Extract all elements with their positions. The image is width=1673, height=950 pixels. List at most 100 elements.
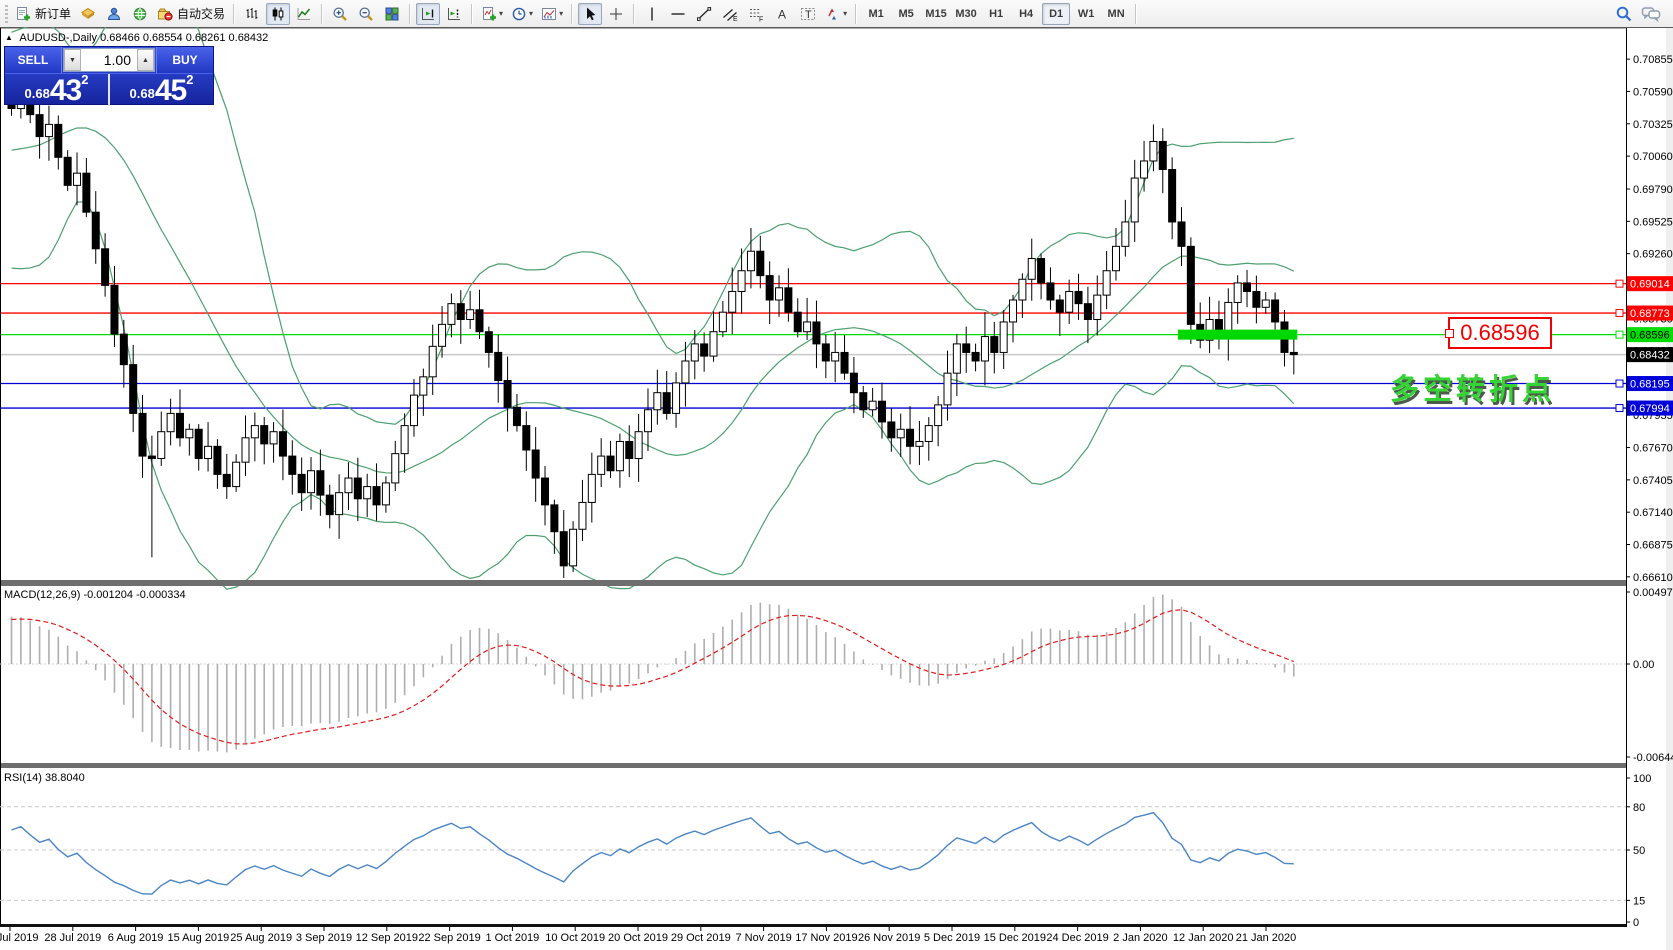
candle-bear [223, 474, 230, 486]
candlestick-chart-button[interactable] [266, 3, 290, 25]
support-zone-bar[interactable] [1178, 330, 1297, 340]
timeframe-button-D1[interactable]: D1 [1042, 3, 1070, 25]
timeframe-button-M30[interactable]: M30 [952, 3, 980, 25]
hline-handle[interactable] [1616, 310, 1623, 317]
candle-bear [64, 157, 71, 185]
metaeditor-button[interactable] [76, 3, 100, 25]
candle-bear [354, 478, 361, 499]
timeframe-button-M1[interactable]: M1 [862, 3, 890, 25]
candle-bull [654, 393, 661, 410]
sell-price[interactable]: 0.68 43 2 [5, 74, 110, 106]
hline-handle[interactable] [1616, 280, 1623, 287]
candle-bear [1047, 283, 1054, 300]
periods-button[interactable]: ▾ [508, 3, 536, 25]
horizontal-line-button[interactable] [666, 3, 690, 25]
toolbar-drag-handle[interactable] [5, 5, 8, 23]
toolbar-separator [571, 4, 573, 24]
callout-anchor-handle[interactable] [1445, 329, 1454, 338]
chart-shift-button[interactable] [442, 3, 466, 25]
dropdown-caret[interactable]: ▾ [499, 9, 503, 18]
hline-handle[interactable] [1616, 380, 1623, 387]
buy-button[interactable]: BUY [156, 47, 213, 73]
vertical-line-button[interactable] [640, 3, 664, 25]
fibonacci-button[interactable]: F [744, 3, 768, 25]
autotrading-button[interactable]: 自动交易 [154, 3, 228, 25]
hline-handle[interactable] [1616, 405, 1623, 412]
candle-bear [476, 310, 483, 332]
one-click-collapse-marker[interactable]: ▲ [5, 33, 13, 42]
templates-button[interactable]: ▾ [538, 3, 566, 25]
date-tick-label: 2 Jan 2020 [1113, 932, 1167, 944]
text-button[interactable]: A [770, 3, 794, 25]
rsi-tick-label: 15 [1633, 895, 1645, 907]
volume-input[interactable]: 1.00 [81, 49, 137, 71]
level-price-label-text: 0.69014 [1630, 279, 1670, 291]
price-tick-label: 0.67670 [1633, 443, 1673, 455]
rsi-tick-label: 100 [1633, 773, 1651, 785]
chart-canvas[interactable]: 0.708550.705900.703250.700600.697900.695… [0, 0, 1673, 950]
turning-point-annotation[interactable]: 多空转折点 [1390, 366, 1555, 408]
auto-scroll-button[interactable] [416, 3, 440, 25]
timeframe-button-H4[interactable]: H4 [1012, 3, 1040, 25]
timeframe-button-H1[interactable]: H1 [982, 3, 1010, 25]
price-tick-label: 0.67140 [1633, 507, 1673, 519]
dropdown-caret[interactable]: ▾ [843, 9, 847, 18]
arrows-button[interactable]: ▾ [822, 3, 850, 25]
candle-bull [429, 346, 436, 376]
timeframe-button-M15[interactable]: M15 [922, 3, 950, 25]
chat-button[interactable] [1638, 3, 1664, 25]
macd-tick-label: 0.00 [1633, 659, 1654, 671]
candle-bull [439, 324, 446, 346]
date-tick-label: 6 Aug 2019 [108, 932, 164, 944]
candle-bear [148, 456, 155, 458]
zoom-out-button[interactable] [354, 3, 378, 25]
toolbar-separator [321, 4, 323, 24]
tile-windows-button[interactable] [380, 3, 404, 25]
price-level-callout-text: 0.68596 [1460, 320, 1540, 346]
timeframe-button-M5[interactable]: M5 [892, 3, 920, 25]
chart-title: ▲ AUDUSD-,Daily 0.68466 0.68554 0.68261 … [5, 32, 268, 44]
sell-button[interactable]: SELL [5, 47, 62, 73]
search-button[interactable] [1612, 3, 1636, 25]
candle-bull [916, 441, 923, 446]
cursor-button[interactable] [578, 3, 602, 25]
indicators-button[interactable]: ▾ [478, 3, 506, 25]
bar-chart-button[interactable] [240, 3, 264, 25]
candle-bear [55, 124, 62, 157]
text-label-button[interactable]: T [796, 3, 820, 25]
trendline-button[interactable] [692, 3, 716, 25]
channel-button[interactable]: E [718, 3, 742, 25]
crosshair-button[interactable] [604, 3, 628, 25]
timeframe-button-W1[interactable]: W1 [1072, 3, 1100, 25]
candle-bull [336, 493, 343, 515]
cursor-icon [582, 6, 598, 22]
volume-increase-button[interactable]: ▲ [137, 49, 154, 71]
dropdown-caret[interactable]: ▾ [529, 9, 533, 18]
zoom-in-button[interactable] [328, 3, 352, 25]
timeframe-button-MN[interactable]: MN [1102, 3, 1130, 25]
candle-bear [1159, 141, 1166, 169]
candle-bear [607, 456, 614, 471]
dropdown-caret[interactable]: ▾ [559, 9, 563, 18]
candle-bear [757, 251, 764, 275]
candle-bull [167, 413, 174, 431]
toolbar-separator [633, 4, 635, 24]
buy-price[interactable]: 0.68 45 2 [110, 74, 213, 106]
candle-bull [1262, 300, 1269, 307]
hline-handle[interactable] [1616, 331, 1623, 338]
community-button[interactable] [102, 3, 126, 25]
rsi-tick-label: 50 [1633, 845, 1645, 857]
panel-separator[interactable] [0, 763, 1673, 768]
panel-separator[interactable] [0, 580, 1673, 586]
date-tick-label: 25 Aug 2019 [230, 932, 292, 944]
broadcast-button[interactable] [128, 3, 152, 25]
line-chart-button[interactable] [292, 3, 316, 25]
volume-decrease-button[interactable]: ▼ [64, 49, 81, 71]
price-level-callout[interactable]: 0.68596 [1448, 317, 1552, 349]
date-tick-label: 12 Sep 2019 [356, 932, 418, 944]
channel-icon: E [722, 6, 738, 22]
candlestick-chart-icon [270, 6, 286, 22]
toolbar-separator [233, 4, 235, 24]
price-tick-label: 0.70590 [1633, 86, 1673, 98]
new-order-button[interactable]: 新订单 [12, 3, 74, 25]
